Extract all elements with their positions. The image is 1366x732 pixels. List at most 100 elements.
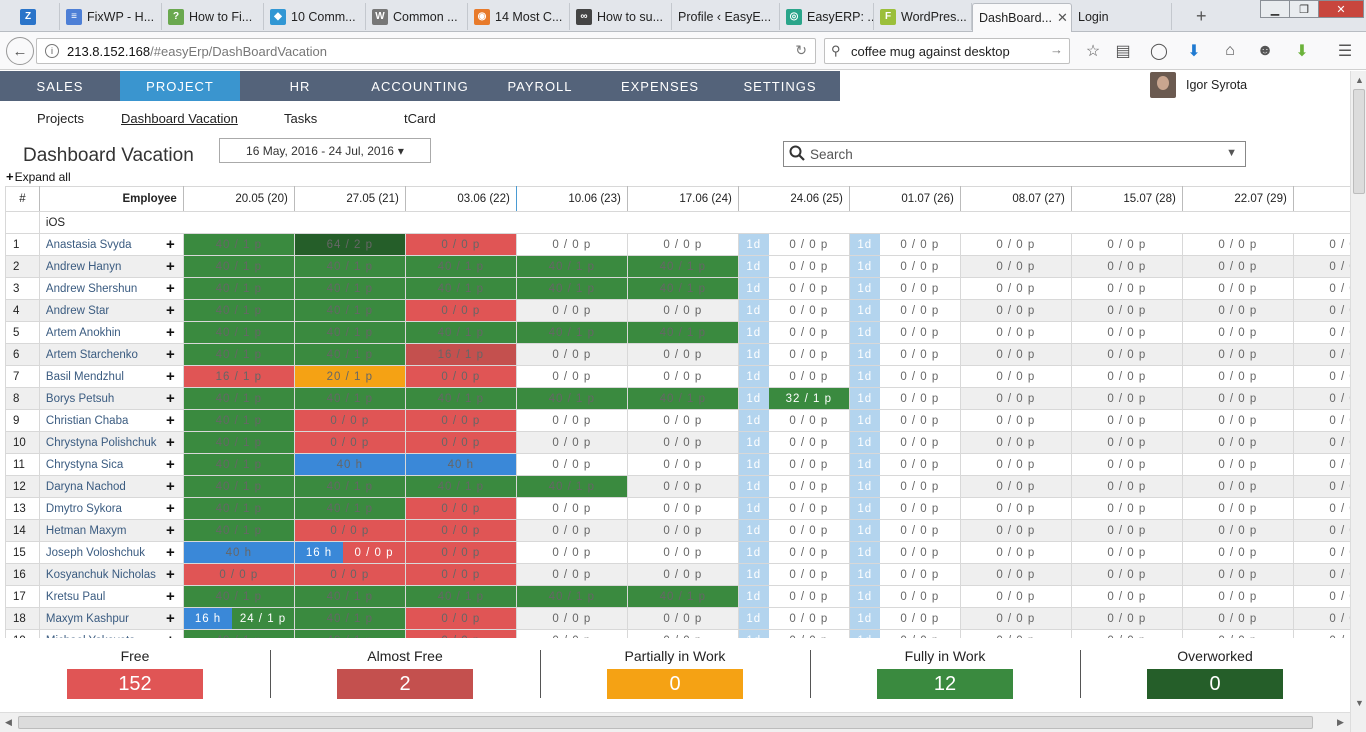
week-cell[interactable]: 40 / 1 p	[182, 277, 295, 300]
week-cell[interactable]: 40 / 1 p	[515, 585, 628, 608]
week-cell[interactable]: 0 / 0 p	[959, 431, 1072, 454]
table-row[interactable]: 4 Andrew Star +40 / 1 p 40 / 1 p0 / 0 p0 / …	[5, 299, 1350, 322]
week-cell[interactable]: 0 / 0 p	[404, 409, 517, 432]
week-cell[interactable]: 0 / 0 p	[626, 343, 739, 366]
week-cell[interactable]: 0 / 0 p	[1181, 629, 1294, 638]
add-plus-icon[interactable]: +	[166, 544, 175, 561]
horizontal-scroll-thumb[interactable]	[18, 716, 1313, 729]
week-cell[interactable]: 1d0 / 0 p	[848, 387, 961, 410]
week-cell[interactable]: 0 / 0 p	[959, 607, 1072, 630]
url-bar[interactable]: i 213.8.152.168/#easyErp/DashBoardVacati…	[36, 38, 816, 64]
employee-name-cell[interactable]: Christian Chaba +	[38, 409, 184, 432]
add-plus-icon[interactable]: +	[166, 390, 175, 407]
week-header[interactable]: 20.05 (20)	[182, 186, 295, 212]
table-row[interactable]: 15 Joseph Voloshchuk +40 h 16 h0 / 0 p0 / 0…	[5, 541, 1350, 564]
add-plus-icon[interactable]: +	[166, 610, 175, 627]
week-header[interactable]: 08.07 (27)	[959, 186, 1072, 212]
week-cell[interactable]: 0 / 0 p	[1070, 409, 1183, 432]
table-row[interactable]: 14 Hetman Maxym +40 / 1 p0 / 0 p0 / 0 p0 /…	[5, 519, 1350, 542]
employee-header[interactable]: Employee	[38, 186, 184, 212]
table-row[interactable]: 18 Maxym Kashpur +16 h 24 / 1 p 40 / 1 p0 / …	[5, 607, 1350, 630]
week-cell[interactable]: 0 / 0 p	[1070, 585, 1183, 608]
week-cell[interactable]: 0 / 0 p	[959, 233, 1072, 256]
date-range-dropdown[interactable]: 16 May, 2016 - 24 Jul, 2016 ▾	[219, 138, 431, 163]
week-cell[interactable]: 40 / 1 p	[182, 409, 295, 432]
week-cell[interactable]: 0 / 0 p	[1181, 233, 1294, 256]
week-cell[interactable]: 0 / 0 p	[515, 453, 628, 476]
week-cell[interactable]: 1d0 / 0 p	[848, 563, 961, 586]
info-icon[interactable]: i	[45, 44, 59, 58]
week-cell[interactable]: 40 / 1 p	[515, 255, 628, 278]
home-icon[interactable]: ⌂	[1217, 38, 1243, 64]
week-cell[interactable]: 0 / 0 p	[959, 387, 1072, 410]
week-cell[interactable]: 1d0 / 0 p	[848, 519, 961, 542]
add-plus-icon[interactable]: +	[166, 500, 175, 517]
week-header[interactable]: 27.05 (21)	[293, 186, 406, 212]
week-cell[interactable]: 0 / 0 p	[404, 607, 517, 630]
employee-name[interactable]: Maxym Kashpur	[46, 613, 129, 625]
new-tab-button[interactable]: +	[1196, 6, 1207, 27]
week-cell[interactable]: 0 / 0 p	[404, 299, 517, 322]
user-name[interactable]: Igor Syrota	[1186, 78, 1247, 92]
employee-name[interactable]: Basil Mendzhul	[46, 371, 124, 383]
employee-name-cell[interactable]: Dmytro Sykora +	[38, 497, 184, 520]
chevron-down-icon[interactable]: ▼	[1226, 147, 1237, 159]
add-plus-icon[interactable]: +	[166, 632, 175, 638]
week-cell[interactable]: 1d0 / 0 p	[848, 365, 961, 388]
week-cell[interactable]: 0 / 0 p	[959, 541, 1072, 564]
employee-name[interactable]: Hetman Maxym	[46, 525, 127, 537]
employee-name-cell[interactable]: Artem Starchenko +	[38, 343, 184, 366]
week-header[interactable]: 15.07 (28)	[1070, 186, 1183, 212]
week-cell[interactable]: 1d0 / 0 p	[737, 497, 850, 520]
week-cell[interactable]: 40 h	[404, 453, 517, 476]
week-cell[interactable]: 0 / 0 p	[1181, 343, 1294, 366]
employee-name-cell[interactable]: Borys Petsuh +	[38, 387, 184, 410]
week-cell[interactable]: 1d0 / 0 p	[848, 321, 961, 344]
week-cell[interactable]: 0 / 0 p	[959, 585, 1072, 608]
menu-item-settings[interactable]: SETTINGS	[720, 71, 840, 101]
employee-name-cell[interactable]: Daryna Nachod +	[38, 475, 184, 498]
vertical-scroll-thumb[interactable]	[1353, 89, 1365, 194]
week-cell[interactable]: 0 / 0 p	[1070, 607, 1183, 630]
week-cell[interactable]: 40 / 1 p	[293, 321, 406, 344]
employee-name-cell[interactable]: Hetman Maxym +	[38, 519, 184, 542]
week-cell[interactable]: 1d0 / 0 p	[848, 233, 961, 256]
menu-item-hr[interactable]: HR	[240, 71, 360, 101]
week-cell[interactable]: 0 / 0 p	[1292, 475, 1350, 498]
week-cell[interactable]: 0 / 0 p	[626, 629, 739, 638]
table-row[interactable]: 7 Basil Mendzhul +16 / 1 p 20 / 1 p0 / 0 p0…	[5, 365, 1350, 388]
week-cell[interactable]: 16 h0 / 0 p	[293, 541, 406, 564]
week-cell[interactable]: 0 / 0 p	[1292, 453, 1350, 476]
week-cell[interactable]: 1d0 / 0 p	[737, 585, 850, 608]
week-cell[interactable]: 0 / 0 p	[959, 299, 1072, 322]
week-cell[interactable]: 40 / 1 p	[626, 585, 739, 608]
week-cell[interactable]: 0 / 0 p	[1070, 453, 1183, 476]
week-cell[interactable]: 0 / 0 p	[404, 563, 517, 586]
browser-tab[interactable]: DashBoard... ✕	[972, 3, 1072, 32]
week-cell[interactable]: 0 / 0 p	[1070, 233, 1183, 256]
week-cell[interactable]: 0 / 0 p	[626, 365, 739, 388]
employee-name[interactable]: Michael Yakovets	[46, 635, 135, 639]
week-cell[interactable]: 0 / 0 p	[626, 409, 739, 432]
employee-name-cell[interactable]: Joseph Voloshchuk +	[38, 541, 184, 564]
employee-name-cell[interactable]: Andrew Shershun +	[38, 277, 184, 300]
employee-name-cell[interactable]: Anastasia Svyda +	[38, 233, 184, 256]
employee-name[interactable]: Andrew Star	[46, 305, 109, 317]
week-cell[interactable]: 0 / 0 p	[404, 519, 517, 542]
employee-name-cell[interactable]: Andrew Hanyn +	[38, 255, 184, 278]
browser-tab[interactable]: ◆ 10 Comm...	[264, 3, 366, 30]
week-cell[interactable]: 0 / 0 p	[293, 409, 406, 432]
expand-all-button[interactable]: + Expand all	[6, 169, 71, 184]
search-input[interactable]: Search ▼	[783, 141, 1246, 167]
week-cell[interactable]: 40 / 1 p	[293, 387, 406, 410]
week-header[interactable]: 03.06 (22)	[404, 186, 517, 212]
menu-item-sales[interactable]: SALES	[0, 71, 120, 101]
week-cell[interactable]: 40 / 1 p	[182, 585, 295, 608]
week-cell[interactable]: 40 / 1 p	[626, 277, 739, 300]
add-plus-icon[interactable]: +	[166, 302, 175, 319]
week-cell[interactable]: 0 / 0 p	[626, 563, 739, 586]
week-cell[interactable]: 1d0 / 0 p	[848, 475, 961, 498]
week-cell[interactable]: 0 / 0 p	[959, 629, 1072, 638]
week-cell[interactable]: 0 / 0 p	[626, 607, 739, 630]
employee-name[interactable]: Artem Starchenko	[46, 349, 138, 361]
